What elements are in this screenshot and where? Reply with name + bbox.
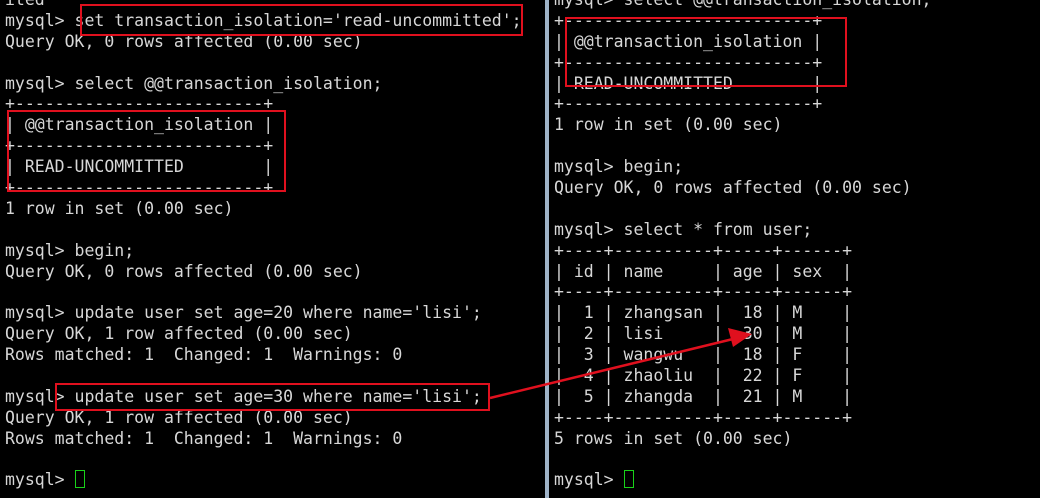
terminal-line: +-------------------------+ [554,11,932,32]
terminal-line-text: mysql> begin; [554,157,684,177]
right-terminal-pane[interactable]: mysql> select @@transaction_isolation;+-… [549,0,1040,498]
terminal-line: 1 row in set (0.00 sec) [554,115,932,136]
terminal-line-text: mysql> [5,470,75,490]
terminal-cursor-icon [74,470,85,489]
terminal-line: | 4 | zhaoliu | 22 | F | [554,366,932,387]
terminal-line-text: Query OK, 1 row affected (0.00 sec) [5,407,353,427]
terminal-line: mysql> begin; [554,157,932,178]
terminal-line-text: Query OK, 0 rows affected (0.00 sec) [5,261,363,281]
left-terminal-output: itedmysql> set transaction_isolation='re… [5,0,522,491]
terminal-line: 5 rows in set (0.00 sec) [554,429,932,450]
terminal-line: Query OK, 1 row affected (0.00 sec) [5,408,522,429]
terminal-line: +----+----------+-----+------+ [554,241,932,262]
terminal-line-text: | 4 | zhaoliu | 22 | F | [554,366,853,386]
terminal-line-text: +-------------------------+ [554,94,823,114]
terminal-line-text: Query OK, 0 rows affected (0.00 sec) [554,178,912,198]
terminal-line-text: Rows matched: 1 Changed: 1 Warnings: 0 [5,428,403,448]
terminal-line: | 2 | lisi | 30 | M | [554,324,932,345]
terminal-line: | @@transaction_isolation | [5,115,522,136]
terminal-line: mysql> begin; [5,241,522,262]
terminal-line: Rows matched: 1 Changed: 1 Warnings: 0 [5,429,522,450]
terminal-line-text: 1 row in set (0.00 sec) [554,115,783,135]
left-terminal-pane[interactable]: itedmysql> set transaction_isolation='re… [0,0,545,498]
terminal-line-text: mysql> [554,470,624,490]
terminal-line: +-------------------------+ [5,136,522,157]
terminal-line-text: 1 row in set (0.00 sec) [5,198,234,218]
terminal-line: ited [5,0,522,11]
terminal-line-text: | READ-UNCOMMITTED | [5,157,274,177]
terminal-line: +-------------------------+ [554,53,932,74]
terminal-line: +-------------------------+ [5,178,522,199]
terminal-line-text: 5 rows in set (0.00 sec) [554,428,793,448]
terminal-line: Rows matched: 1 Changed: 1 Warnings: 0 [5,345,522,366]
terminal-line: +----+----------+-----+------+ [554,282,932,303]
terminal-line: Query OK, 0 rows affected (0.00 sec) [554,178,932,199]
terminal-line-text: mysql> update user set age=30 where name… [5,386,482,406]
terminal-line-text: mysql> select @@transaction_isolation; [5,73,383,93]
terminal-line: mysql> update user set age=30 where name… [5,387,522,408]
terminal-line: Query OK, 0 rows affected (0.00 sec) [5,262,522,283]
terminal-line-text: +----+----------+-----+------+ [554,240,853,260]
terminal-line-text: mysql> select * from user; [554,219,813,239]
terminal-line: +----+----------+-----+------+ [554,408,932,429]
terminal-line-text: +-------------------------+ [5,178,274,198]
terminal-line-text: mysql> select @@transaction_isolation; [554,0,932,9]
terminal-line-text: Rows matched: 1 Changed: 1 Warnings: 0 [5,345,403,365]
terminal-line-text: | @@transaction_isolation | [554,31,823,51]
terminal-line-text: +-------------------------+ [554,10,823,30]
terminal-line: +-------------------------+ [5,94,522,115]
terminal-line: | @@transaction_isolation | [554,32,932,53]
terminal-line-text: +----+----------+-----+------+ [554,282,853,302]
terminal-line: mysql> select @@transaction_isolation; [5,74,522,95]
terminal-line-text: +-------------------------+ [5,136,274,156]
terminal-line: | 3 | wangwu | 18 | F | [554,345,932,366]
terminal-line: mysql> select @@transaction_isolation; [554,0,932,11]
terminal-line-text: +----+----------+-----+------+ [554,407,853,427]
terminal-line-text: | @@transaction_isolation | [5,115,274,135]
terminal-cursor-icon [623,470,634,489]
terminal-line-text: mysql> set transaction_isolation='read-u… [5,10,522,30]
terminal-line-text: Query OK, 1 row affected (0.00 sec) [5,324,353,344]
terminal-line: | id | name | age | sex | [554,262,932,283]
terminal-line-text: mysql> begin; [5,240,135,260]
terminal-line: mysql> [5,470,522,491]
terminal-line: mysql> select * from user; [554,220,932,241]
terminal-line: mysql> [554,470,932,491]
terminal-line: mysql> set transaction_isolation='read-u… [5,11,522,32]
terminal-line: mysql> update user set age=20 where name… [5,303,522,324]
terminal-line-text: +-------------------------+ [5,94,274,114]
terminal-line-text: ited [5,0,45,9]
terminal-line: Query OK, 1 row affected (0.00 sec) [5,324,522,345]
terminal-line: | READ-UNCOMMITTED | [5,157,522,178]
terminal-line-text: | 2 | lisi | 30 | M | [554,324,853,344]
right-terminal-output: mysql> select @@transaction_isolation;+-… [554,0,932,491]
terminal-line: 1 row in set (0.00 sec) [5,199,522,220]
terminal-line: | READ-UNCOMMITTED | [554,74,932,95]
terminal-line: | 5 | zhangda | 21 | M | [554,387,932,408]
terminal-line: Query OK, 0 rows affected (0.00 sec) [5,32,522,53]
terminal-line-text: | 1 | zhangsan | 18 | M | [554,303,853,323]
terminal-line: | 1 | zhangsan | 18 | M | [554,303,932,324]
terminal-line-text: | READ-UNCOMMITTED | [554,73,823,93]
terminal-line-text: Query OK, 0 rows affected (0.00 sec) [5,31,363,51]
terminal-line-text: | id | name | age | sex | [554,261,853,281]
terminal-line-text: +-------------------------+ [554,52,823,72]
terminal-line-text: | 5 | zhangda | 21 | M | [554,386,853,406]
terminal-line-text: | 3 | wangwu | 18 | F | [554,345,853,365]
terminal-line-text: mysql> update user set age=20 where name… [5,303,482,323]
terminal-line: +-------------------------+ [554,94,932,115]
